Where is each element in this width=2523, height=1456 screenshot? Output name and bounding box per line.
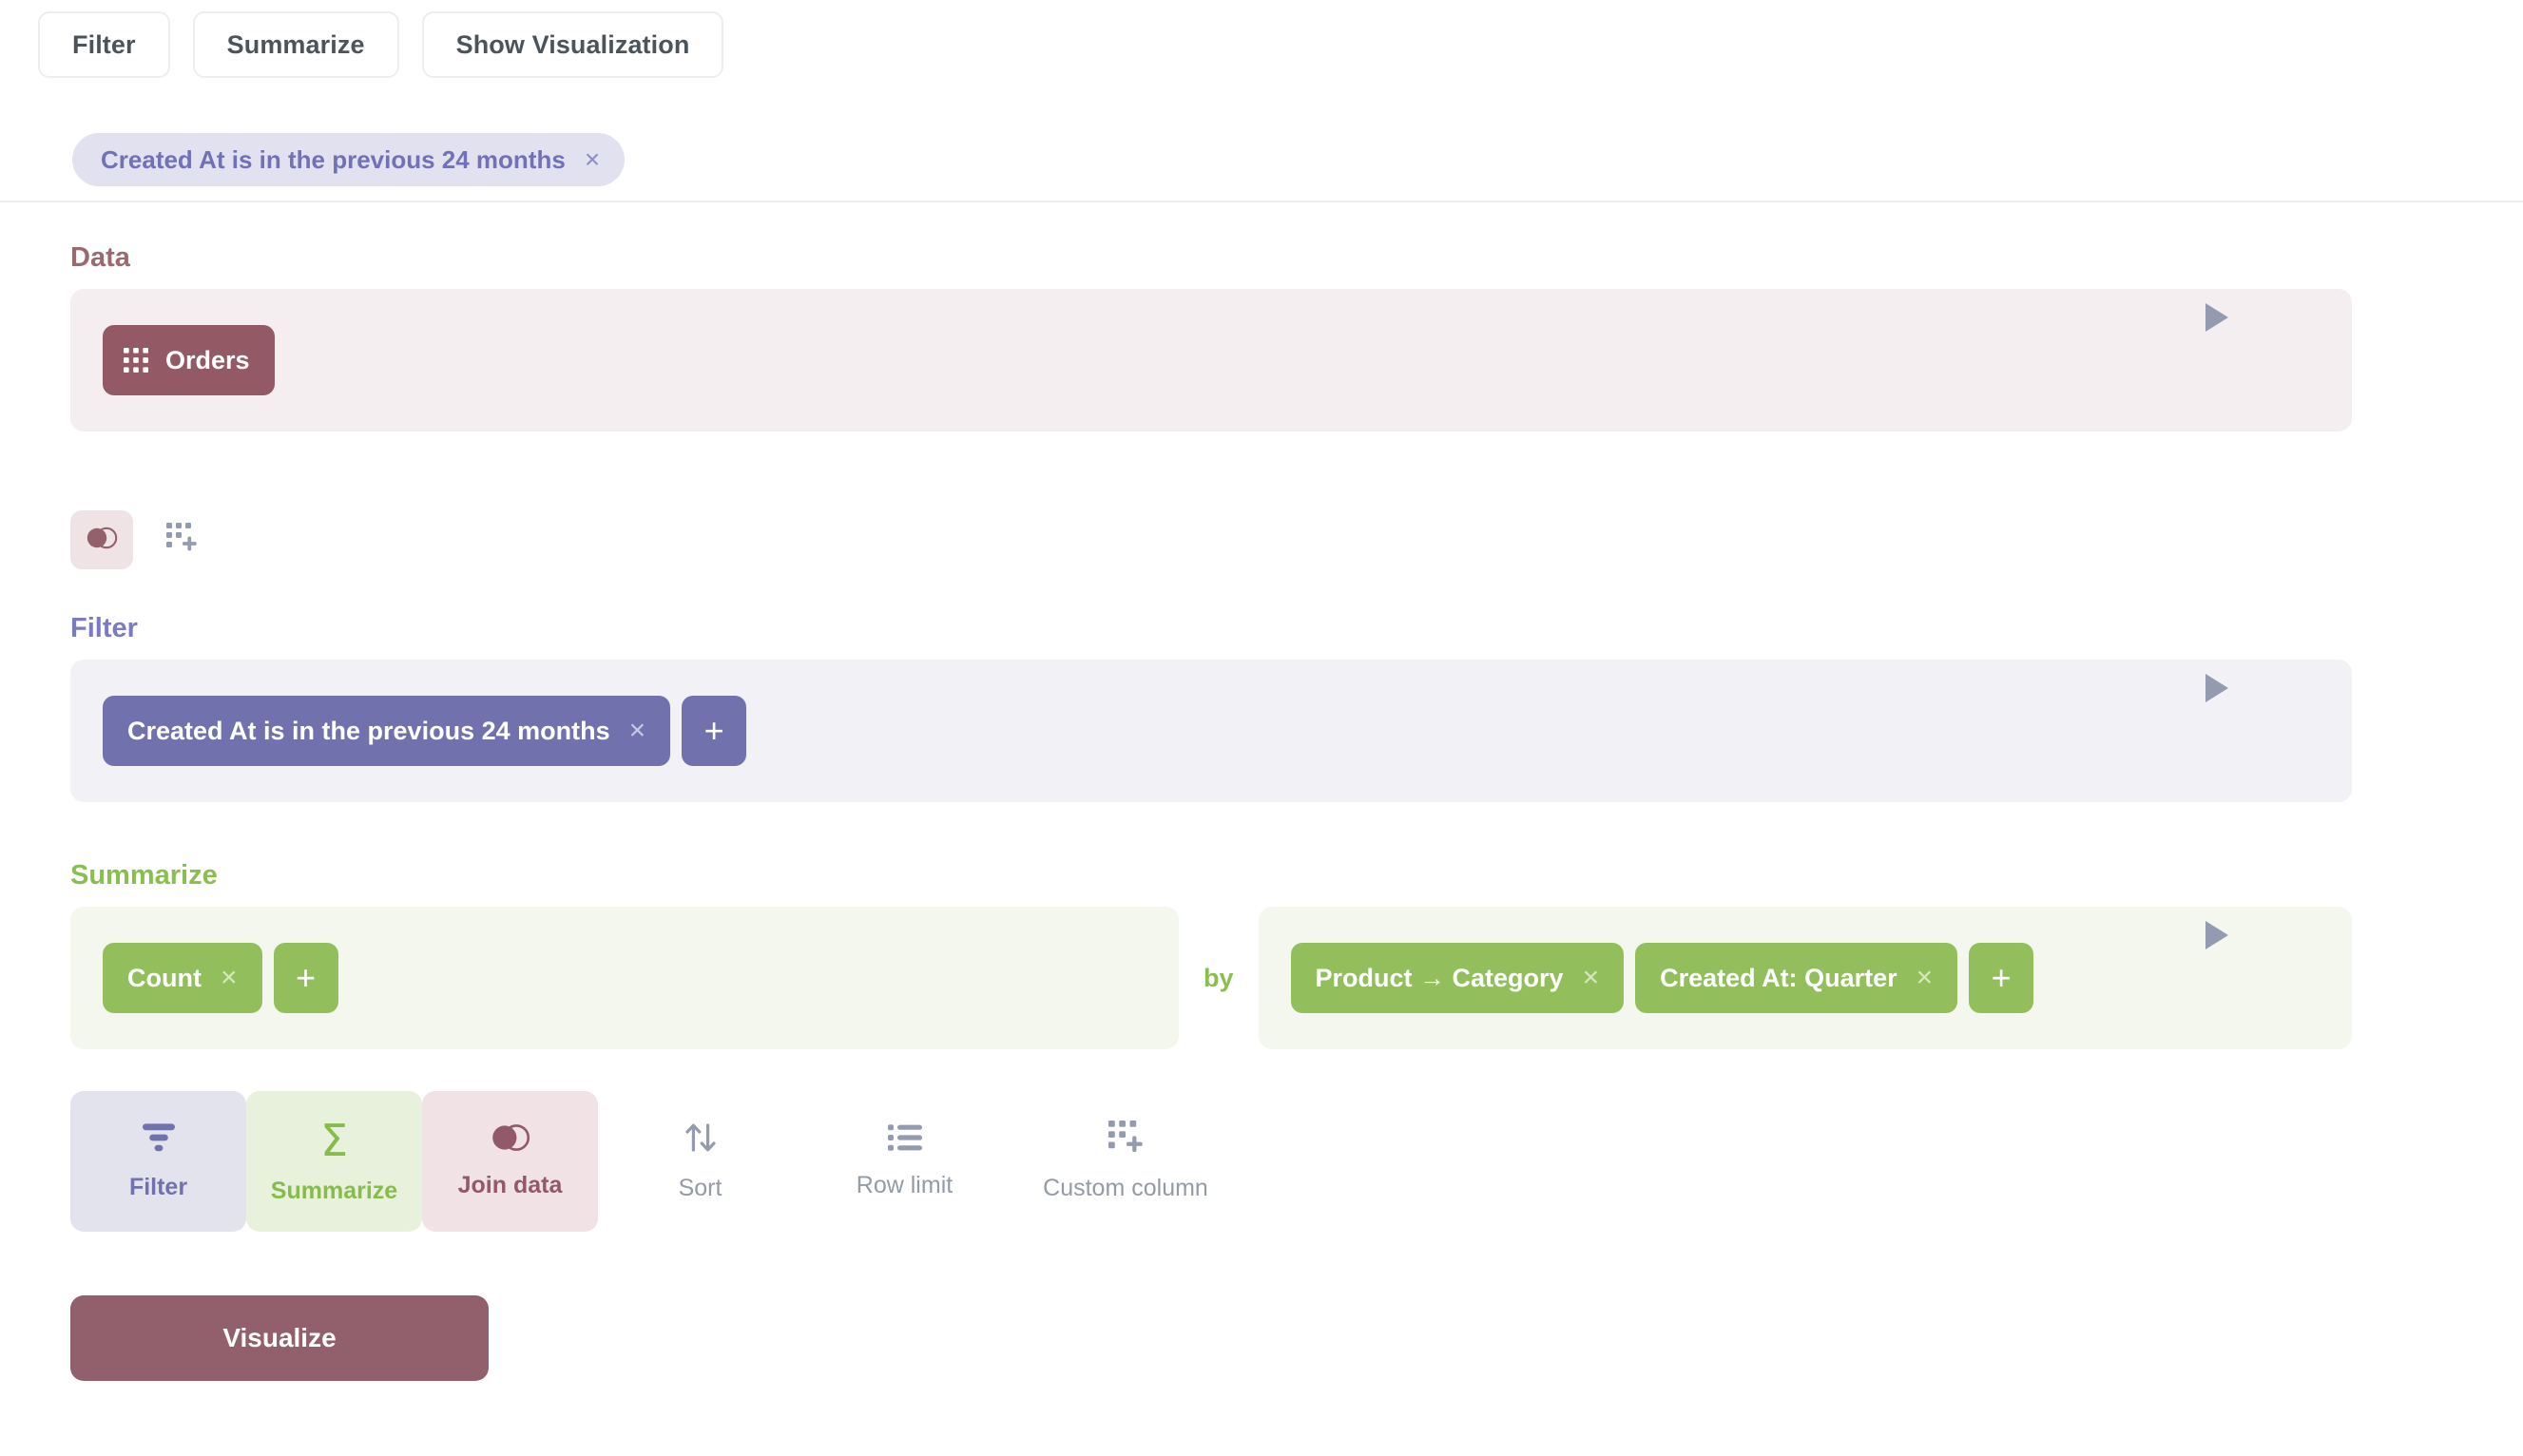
data-source-label: Orders: [165, 345, 250, 374]
filter-section-expand-icon[interactable]: [2205, 674, 2228, 702]
query-builder-notebook: Filter Summarize Show Visualization Crea…: [0, 0, 2523, 1456]
list-icon: [887, 1123, 922, 1157]
active-filters-row: Created At is in the previous 24 months …: [72, 133, 626, 186]
join-data-button[interactable]: [70, 510, 133, 569]
data-clause-box: Orders: [70, 289, 2352, 431]
breakout-pill-category[interactable]: Product → Category ×: [1290, 943, 1625, 1013]
breakout-label: Created At: Quarter: [1660, 963, 1897, 992]
action-custom-column-label: Custom column: [1043, 1175, 1208, 1201]
add-aggregation-button[interactable]: +: [273, 943, 338, 1013]
close-icon[interactable]: ×: [629, 717, 646, 745]
filter-section: Filter Created At is in the previous 24 …: [70, 613, 2352, 802]
data-section-tools: [70, 510, 211, 569]
data-source-pill-orders[interactable]: Orders: [103, 325, 275, 395]
breakout-box: Product → Category × Created At: Quarter…: [1258, 907, 2352, 1049]
action-join-data-label: Join data: [457, 1172, 563, 1198]
custom-column-icon: [166, 522, 197, 558]
action-row-limit[interactable]: Row limit: [802, 1091, 1007, 1232]
filter-clause-label: Created At is in the previous 24 months: [127, 716, 610, 745]
action-join-data[interactable]: Join data: [422, 1091, 598, 1232]
grid-icon: [124, 348, 148, 373]
add-filter-button[interactable]: +: [682, 696, 747, 766]
summarize-section: Summarize Count × + by Product → Categor…: [70, 860, 2352, 1049]
join-icon: [86, 527, 118, 554]
summarize-by-label: by: [1204, 963, 1234, 992]
aggregation-pill-count[interactable]: Count ×: [103, 943, 262, 1013]
action-filter-label: Filter: [128, 1174, 188, 1200]
action-summarize-label: Summarize: [270, 1177, 398, 1204]
data-section: Data Orders: [70, 242, 2352, 431]
filter-section-label: Filter: [70, 613, 138, 643]
funnel-icon: [141, 1121, 177, 1159]
header-filter-button[interactable]: Filter: [38, 11, 170, 78]
aggregation-label: Count: [127, 963, 202, 992]
filter-clause-box: Created At is in the previous 24 months …: [70, 660, 2352, 802]
action-row-limit-label: Row limit: [856, 1172, 953, 1198]
summarize-section-label: Summarize: [70, 860, 218, 891]
action-custom-column[interactable]: Custom column: [1007, 1091, 1244, 1232]
close-icon[interactable]: ×: [221, 964, 238, 992]
visualize-label: Visualize: [222, 1323, 337, 1352]
action-sort-label: Sort: [678, 1175, 722, 1201]
filter-chip-created-at[interactable]: Created At is in the previous 24 months …: [72, 133, 626, 186]
action-filter[interactable]: Filter: [70, 1091, 246, 1232]
aggregation-box: Count × +: [70, 907, 1179, 1049]
custom-column-button[interactable]: [152, 510, 211, 569]
header-summarize-button[interactable]: Summarize: [192, 11, 399, 78]
join-icon: [491, 1123, 530, 1157]
close-icon[interactable]: ×: [585, 146, 600, 173]
sort-icon: [684, 1121, 718, 1159]
summarize-section-expand-icon[interactable]: [2205, 921, 2228, 949]
breakout-pill-created-at[interactable]: Created At: Quarter ×: [1635, 943, 1958, 1013]
notebook-header-toolbar: Filter Summarize Show Visualization: [38, 11, 724, 78]
header-show-visualization-button[interactable]: Show Visualization: [421, 11, 724, 78]
add-breakout-button[interactable]: +: [1969, 943, 2034, 1013]
action-summarize[interactable]: Σ Summarize: [246, 1091, 422, 1232]
action-sort[interactable]: Sort: [598, 1091, 802, 1232]
custom-column-icon: [1108, 1121, 1143, 1159]
filter-clause-pill[interactable]: Created At is in the previous 24 months …: [103, 696, 671, 766]
close-icon[interactable]: ×: [1583, 964, 1600, 992]
data-section-expand-icon[interactable]: [2205, 303, 2228, 332]
breakout-label: Product → Category: [1315, 963, 1564, 992]
header-divider: [0, 201, 2523, 202]
data-section-label: Data: [70, 242, 130, 273]
visualize-button[interactable]: Visualize: [70, 1295, 489, 1381]
filter-chip-label: Created At is in the previous 24 months: [101, 144, 566, 174]
summarize-clause-row: Count × + by Product → Category × Create…: [70, 907, 2352, 1049]
close-icon[interactable]: ×: [1916, 964, 1934, 992]
notebook-action-strip: Filter Σ Summarize Join data Sort Row li…: [70, 1091, 1244, 1232]
sigma-icon: Σ: [319, 1114, 349, 1166]
